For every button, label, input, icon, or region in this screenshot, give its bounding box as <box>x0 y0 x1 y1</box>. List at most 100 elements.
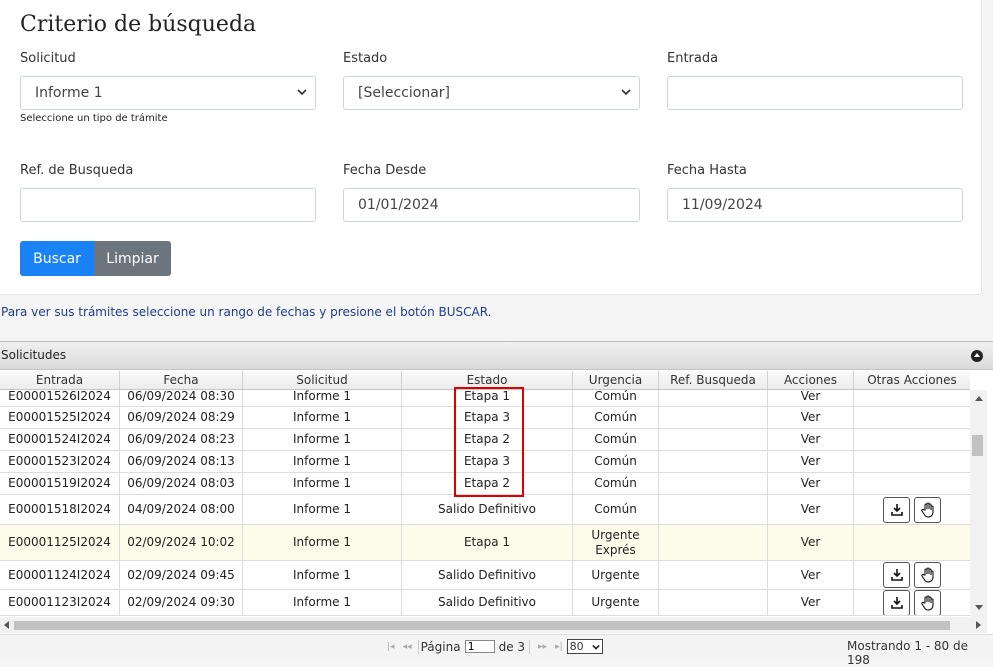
col-urgencia[interactable]: Urgencia <box>573 371 659 389</box>
first-page-icon[interactable]: |◂ <box>387 642 395 652</box>
col-solicitud[interactable]: Solicitud <box>243 371 402 389</box>
horizontal-scrollbar[interactable] <box>0 617 987 633</box>
cell-solicitud: Informe 1 <box>243 525 402 560</box>
cell-fecha: 02/09/2024 09:45 <box>120 561 243 589</box>
entrada-label: Entrada <box>667 51 719 66</box>
download-icon[interactable] <box>883 496 910 523</box>
cell-urgencia: Común <box>573 429 659 450</box>
cell-otras-acciones <box>854 495 970 524</box>
fecha-desde-value: 01/01/2024 <box>358 197 439 213</box>
search-button[interactable]: Buscar <box>20 241 94 276</box>
col-fecha[interactable]: Fecha <box>120 371 243 389</box>
hand-icon[interactable] <box>914 562 941 588</box>
estado-label: Estado <box>343 51 388 66</box>
horizontal-scroll-thumb[interactable] <box>14 621 950 630</box>
cell-fecha: 02/09/2024 09:30 <box>120 590 243 615</box>
cell-urgencia: Común <box>573 473 659 494</box>
cell-entrada: E00001123I2024 <box>0 590 120 615</box>
scroll-left-icon[interactable] <box>4 621 9 629</box>
cell-accion[interactable]: Ver <box>768 390 854 406</box>
vertical-scrollbar[interactable] <box>970 390 987 617</box>
fecha-hasta-value: 11/09/2024 <box>682 197 763 213</box>
last-page-icon[interactable]: ▸| <box>555 642 563 652</box>
cell-entrada: E00001125I2024 <box>0 525 120 560</box>
next-page-icon[interactable]: ▸▸ <box>538 642 547 652</box>
cell-urgencia: Común <box>573 451 659 472</box>
info-message: Para ver sus trámites seleccione un rang… <box>1 305 492 319</box>
cell-accion[interactable]: Ver <box>768 561 854 589</box>
cell-solicitud: Informe 1 <box>243 495 402 524</box>
hand-icon[interactable] <box>914 496 941 523</box>
chevron-down-icon <box>591 644 600 650</box>
cell-accion[interactable]: Ver <box>768 590 854 615</box>
cell-otras-acciones <box>854 407 970 428</box>
fecha-desde-input[interactable]: 01/01/2024 <box>343 188 640 222</box>
cell-fecha: 06/09/2024 08:29 <box>120 407 243 428</box>
chevron-down-icon <box>297 89 307 96</box>
chevron-down-icon <box>621 89 631 96</box>
estado-select[interactable]: [Seleccionar] <box>343 76 640 110</box>
fecha-hasta-input[interactable]: 11/09/2024 <box>667 188 963 222</box>
prev-page-icon[interactable]: ◂◂ <box>403 642 412 652</box>
cell-urgencia: Urgente <box>573 561 659 589</box>
scroll-up-icon[interactable] <box>975 396 983 401</box>
ref-label: Ref. de Busqueda <box>20 163 134 178</box>
cell-solicitud: Informe 1 <box>243 473 402 494</box>
cell-entrada: E00001124I2024 <box>0 561 120 589</box>
cell-estado: Salido Definitivo <box>402 561 573 589</box>
cell-ref <box>659 590 768 615</box>
page-label: Página <box>420 639 461 654</box>
col-ref[interactable]: Ref. Busqueda <box>659 371 768 389</box>
hand-icon[interactable] <box>914 590 941 615</box>
col-acciones[interactable]: Acciones <box>768 371 854 389</box>
scroll-right-icon[interactable] <box>976 621 981 629</box>
cell-accion[interactable]: Ver <box>768 473 854 494</box>
cell-otras-acciones <box>854 561 970 589</box>
entrada-input[interactable] <box>667 76 963 110</box>
page-size-select[interactable]: 80 <box>566 639 603 654</box>
col-entrada[interactable]: Entrada <box>0 371 120 389</box>
cell-fecha: 06/09/2024 08:30 <box>120 390 243 406</box>
cell-urgencia: Urgente <box>573 590 659 615</box>
cell-accion[interactable]: Ver <box>768 407 854 428</box>
table-row[interactable]: E00001125I2024 02/09/2024 10:02 Informe 1E… <box>0 525 970 561</box>
cell-solicitud: Informe 1 <box>243 561 402 589</box>
download-icon[interactable] <box>883 590 910 615</box>
cell-accion[interactable]: Ver <box>768 525 854 560</box>
vertical-scroll-thumb[interactable] <box>972 435 983 456</box>
pager-summary: Mostrando 1 - 80 de 198 <box>847 639 968 667</box>
solicitud-value: Informe 1 <box>35 85 103 101</box>
solicitud-label: Solicitud <box>20 51 76 66</box>
page-title: Criterio de búsqueda <box>20 12 257 37</box>
cell-fecha: 02/09/2024 10:02 <box>120 525 243 560</box>
cell-accion[interactable]: Ver <box>768 451 854 472</box>
cell-ref <box>659 525 768 560</box>
cell-solicitud: Informe 1 <box>243 429 402 450</box>
table-row[interactable]: E00001124I2024 02/09/2024 09:45 Informe 1S… <box>0 561 970 590</box>
table-row[interactable]: E00001123I2024 02/09/2024 09:30 Informe 1S… <box>0 590 970 616</box>
cell-ref <box>659 429 768 450</box>
scroll-down-icon[interactable] <box>975 605 983 610</box>
cell-fecha: 06/09/2024 08:23 <box>120 429 243 450</box>
cell-fecha: 06/09/2024 08:13 <box>120 451 243 472</box>
cell-ref <box>659 390 768 406</box>
clear-button[interactable]: Limpiar <box>94 241 171 276</box>
ref-input[interactable] <box>20 188 316 222</box>
cell-entrada: E00001523I2024 <box>0 451 120 472</box>
cell-accion[interactable]: Ver <box>768 495 854 524</box>
cell-entrada: E00001524I2024 <box>0 429 120 450</box>
cell-fecha: 06/09/2024 08:03 <box>120 473 243 494</box>
cell-entrada: E00001519I2024 <box>0 473 120 494</box>
solicitud-select[interactable]: Informe 1 <box>20 76 316 110</box>
cell-otras-acciones <box>854 451 970 472</box>
collapse-icon[interactable] <box>971 350 983 362</box>
cell-otras-acciones <box>854 429 970 450</box>
cell-accion[interactable]: Ver <box>768 429 854 450</box>
cell-urgencia: Urgente Exprés <box>573 525 659 560</box>
download-icon[interactable] <box>883 562 910 588</box>
page-input[interactable] <box>464 640 495 653</box>
cell-ref <box>659 473 768 494</box>
estado-value: [Seleccionar] <box>358 85 450 101</box>
col-otras-acciones[interactable]: Otras Acciones <box>854 371 970 389</box>
table-row[interactable]: E00001518I2024 04/09/2024 08:00 Informe 1S… <box>0 495 970 525</box>
